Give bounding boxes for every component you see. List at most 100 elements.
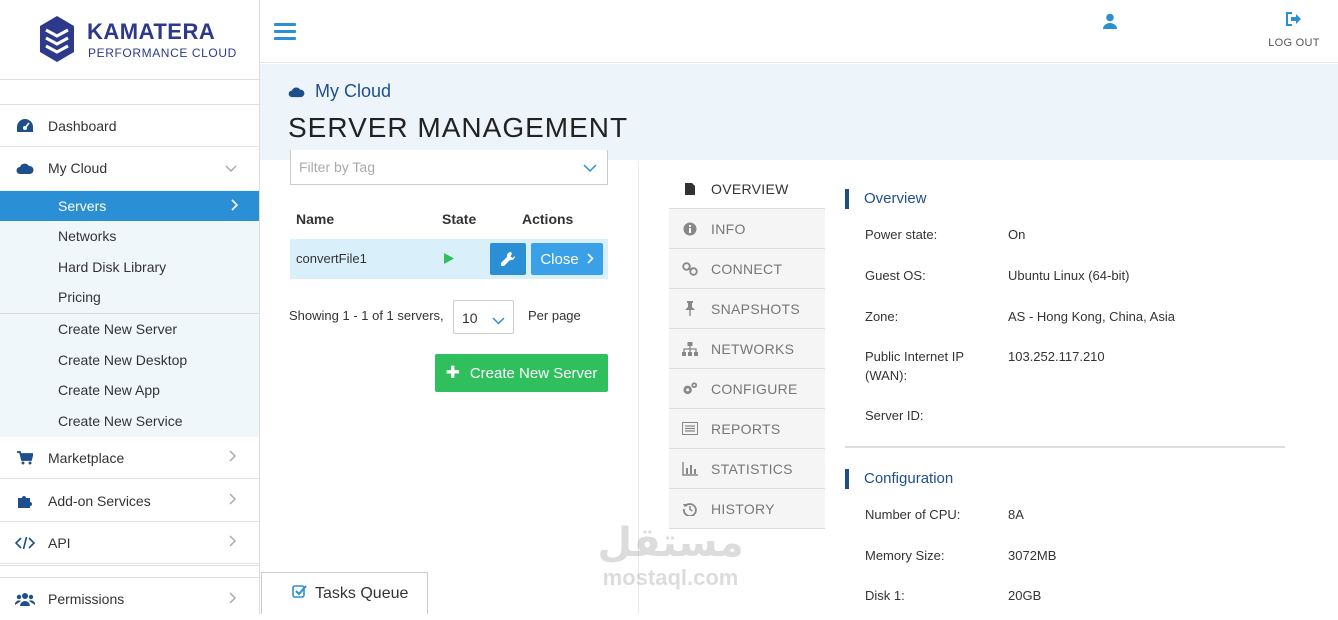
per-page-value: 10 [462, 310, 478, 326]
public-ip-value: 103.252.117.210 [1008, 349, 1105, 364]
tab-info[interactable]: INFO [669, 209, 825, 249]
breadcrumb[interactable]: My Cloud [288, 81, 391, 102]
server-name[interactable]: convertFile1 [296, 251, 367, 266]
sidebar-item-create-new-service[interactable]: Create New Service [0, 406, 259, 436]
chevron-right-icon [231, 198, 239, 214]
tab-statistics[interactable]: STATISTICS [669, 449, 825, 489]
hamburger-icon[interactable] [274, 23, 296, 41]
field-label: Disk 1: [865, 588, 905, 603]
cogs-icon [682, 381, 698, 397]
sidebar-divider [0, 565, 259, 566]
page-title: SERVER MANAGEMENT [288, 112, 629, 143]
logout-button[interactable]: LOG OUT [1260, 12, 1328, 49]
field-label: Number of CPU: [865, 507, 961, 522]
link-icon [682, 261, 698, 277]
tab-label: INFO [711, 220, 746, 237]
table-row[interactable]: convertFile1 Close [290, 239, 608, 279]
tab-label: STATISTICS [711, 460, 793, 477]
tab-label: REPORTS [711, 420, 781, 437]
breadcrumb-label: My Cloud [315, 81, 392, 101]
sidebar-item-label: My Cloud [48, 160, 108, 176]
top-bar: LOG OUT [260, 0, 1338, 63]
chevron-right-icon [587, 251, 594, 267]
sidebar-item-label: Pricing [58, 289, 101, 305]
sidebar-item-hard-disk-library[interactable]: Hard Disk Library [0, 252, 259, 282]
field-label: Zone: [865, 309, 899, 324]
chevron-right-icon [229, 493, 237, 508]
chevron-down-icon [225, 161, 237, 176]
tab-overview[interactable]: OVERVIEW [669, 169, 825, 209]
watermark-latin: mostaql.com [602, 565, 739, 590]
disk-1-value: 20GB [1008, 588, 1042, 603]
file-icon [682, 181, 698, 197]
sidebar-item-servers[interactable]: Servers [0, 191, 259, 221]
sidebar: KAMATERA PERFORMANCE CLOUD Dashboard My … [0, 0, 260, 620]
kamatera-logo[interactable]: KAMATERA PERFORMANCE CLOUD [38, 14, 238, 66]
sitemap-icon [682, 341, 698, 357]
sidebar-item-label: Permissions [48, 591, 125, 607]
tab-label: NETWORKS [711, 340, 795, 357]
tab-configure[interactable]: CONFIGURE [669, 369, 825, 409]
showing-count: Showing 1 - 1 of 1 servers, [289, 308, 444, 323]
column-header-actions: Actions [522, 211, 574, 227]
check-square-icon [292, 584, 307, 604]
wrench-icon [501, 251, 516, 266]
tab-connect[interactable]: CONNECT [669, 249, 825, 289]
users-icon [15, 589, 35, 609]
user-icon[interactable] [1103, 13, 1119, 29]
page-header: My Cloud SERVER MANAGEMENT [260, 64, 1338, 160]
per-page-label: Per page [528, 308, 581, 323]
tab-label: CONFIGURE [711, 380, 798, 397]
tab-label: OVERVIEW [711, 180, 789, 197]
pin-icon [682, 301, 698, 317]
sidebar-item-label: Networks [58, 228, 117, 244]
tab-reports[interactable]: REPORTS [669, 409, 825, 449]
watermark-arabic: مستقل [597, 520, 744, 566]
sidebar-item-create-new-server[interactable]: Create New Server [0, 314, 259, 344]
sidebar-item-dashboard[interactable]: Dashboard [0, 105, 259, 147]
close-server-button[interactable]: Close [531, 243, 603, 275]
sidebar-item-create-new-desktop[interactable]: Create New Desktop [0, 345, 259, 375]
mostaql-watermark: مستقل mostaql.com [588, 520, 753, 600]
sidebar-item-add-on-services[interactable]: Add-on Services [0, 480, 259, 522]
field-label: Guest OS: [865, 268, 926, 283]
tasks-queue-label: Tasks Queue [315, 584, 409, 602]
brand-tagline: PERFORMANCE CLOUD [88, 46, 237, 60]
sidebar-item-label: Marketplace [48, 449, 125, 466]
cloud-icon [288, 86, 305, 97]
info-icon [682, 221, 698, 237]
per-page-select[interactable]: 10 [453, 300, 514, 334]
list-icon [682, 421, 698, 437]
sidebar-item-my-cloud[interactable]: My Cloud [0, 147, 259, 189]
sidebar-item-label: Add-on Services [48, 492, 151, 509]
logout-label: LOG OUT [1268, 37, 1320, 49]
field-label: Server ID: [865, 408, 924, 423]
sidebar-item-pricing[interactable]: Pricing [0, 282, 259, 312]
create-new-server-button[interactable]: ✚ Create New Server [435, 354, 608, 392]
filter-by-tag-input[interactable] [291, 150, 571, 184]
create-new-server-label: Create New Server [469, 364, 598, 382]
filter-by-tag-select[interactable] [290, 150, 608, 185]
tab-label: HISTORY [711, 500, 775, 517]
sidebar-item-marketplace[interactable]: Marketplace [0, 437, 259, 479]
dashboard-icon [15, 116, 35, 136]
sidebar-item-label: Dashboard [48, 117, 117, 134]
sidebar-item-label: Create New Service [58, 413, 183, 429]
sidebar-item-networks[interactable]: Networks [0, 221, 259, 251]
manage-server-button[interactable] [490, 243, 526, 275]
configuration-section-title: Configuration [845, 469, 953, 489]
bar-chart-icon [682, 461, 698, 477]
tab-snapshots[interactable]: SNAPSHOTS [669, 289, 825, 329]
field-label: Public Internet IP (WAN): [865, 349, 964, 383]
plus-icon: ✚ [445, 363, 460, 382]
zone-value: AS - Hong Kong, China, Asia [1008, 309, 1175, 324]
tab-networks[interactable]: NETWORKS [669, 329, 825, 369]
field-label: Power state: [865, 227, 938, 242]
sidebar-item-api[interactable]: API [0, 522, 259, 564]
tasks-queue-tab[interactable]: Tasks Queue [261, 572, 428, 614]
sidebar-item-label: Hard Disk Library [58, 259, 167, 275]
chevron-right-icon [229, 535, 237, 550]
column-header-state: State [442, 211, 477, 227]
sidebar-item-create-new-app[interactable]: Create New App [0, 375, 259, 405]
chevron-right-icon [229, 591, 237, 607]
